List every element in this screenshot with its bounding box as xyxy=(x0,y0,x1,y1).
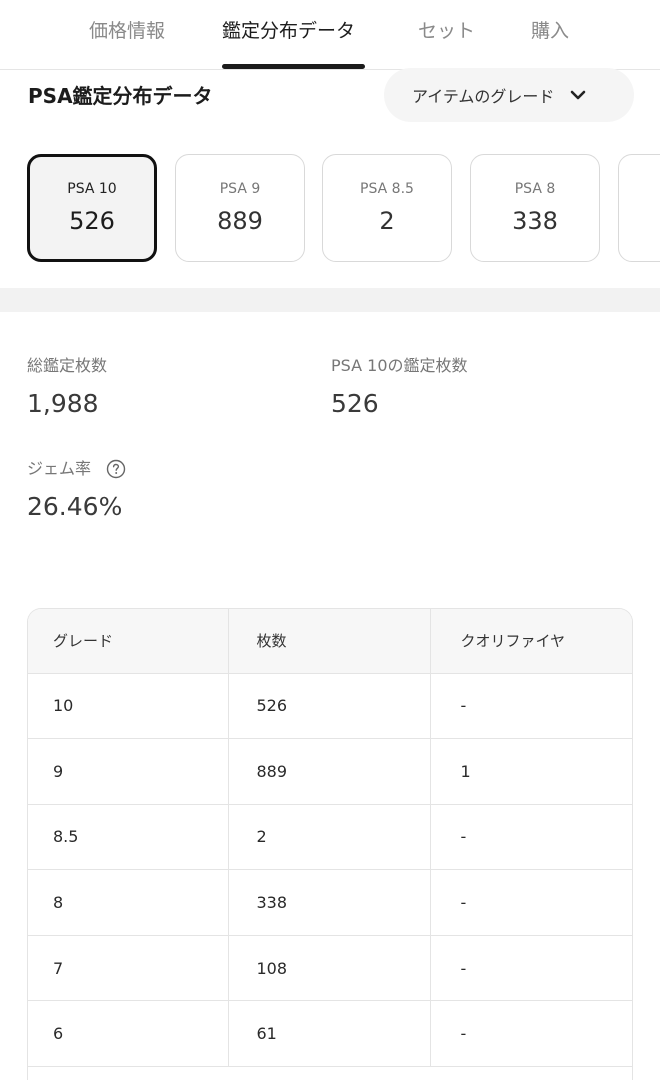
table-row: 7 108 - xyxy=(28,935,632,1002)
table-cell-qualifier: 1 xyxy=(430,738,632,805)
grade-card-count: 2 xyxy=(379,207,395,235)
table-cell-grade: 8 xyxy=(28,869,229,936)
table-row: 8 338 - xyxy=(28,869,632,936)
grade-card-psa8-5[interactable]: PSA 8.5 2 xyxy=(322,154,452,262)
table-cell-qualifier: - xyxy=(430,673,632,740)
grade-card-psa10[interactable]: PSA 10 526 xyxy=(27,154,157,262)
grade-card-label: PSA 8 xyxy=(514,181,556,197)
grade-card-psa9[interactable]: PSA 9 889 xyxy=(175,154,305,262)
tab-set[interactable]: セット xyxy=(418,14,475,48)
column-header-qualifier: クオリファイヤ xyxy=(430,609,632,674)
grade-card-list: PSA 10 526 PSA 9 889 PSA 8.5 2 PSA 8 338 xyxy=(0,150,660,266)
table-cell-qualifier: - xyxy=(430,804,632,871)
table-cell-grade: 8.5 xyxy=(28,804,229,871)
tab-price-info[interactable]: 価格情報 xyxy=(89,14,165,48)
table-cell-qualifier: - xyxy=(430,869,632,936)
table-cell-grade: 10 xyxy=(28,673,229,740)
table-cell-qualifier: - xyxy=(430,1000,632,1068)
column-header-grade: グレード xyxy=(28,609,229,674)
chevron-down-icon xyxy=(571,90,586,100)
grade-card-count: 526 xyxy=(69,207,115,235)
section-divider xyxy=(0,288,660,312)
help-icon[interactable] xyxy=(106,459,126,479)
table-row: 8.5 2 - xyxy=(28,804,632,871)
table-cell-count: 61 xyxy=(228,1000,431,1068)
table-cell-count: 2 xyxy=(228,804,431,871)
grade-card-psa8[interactable]: PSA 8 338 xyxy=(470,154,600,262)
table-cell-count: 338 xyxy=(228,869,431,936)
table-cell-count: 108 xyxy=(228,935,431,1002)
table-row: 9 889 1 xyxy=(28,738,632,805)
item-grade-dropdown-label: アイテムのグレード xyxy=(412,87,555,106)
total-graded-value: 1,988 xyxy=(27,389,99,418)
grade-card-label: PSA 8.5 xyxy=(360,181,414,197)
grade-card-partial[interactable] xyxy=(618,154,660,262)
table-cell-grade: 9 xyxy=(28,738,229,805)
table-header-row: グレード 枚数 クオリファイヤ xyxy=(28,609,632,674)
table-cell-count: 889 xyxy=(228,738,431,805)
column-header-count: 枚数 xyxy=(228,609,431,674)
psa10-graded-label: PSA 10の鑑定枚数 xyxy=(331,356,468,375)
table-cell-qualifier: - xyxy=(430,935,632,1002)
item-grade-dropdown[interactable]: アイテムのグレード xyxy=(384,68,634,122)
total-graded-label: 総鑑定枚数 xyxy=(27,356,108,375)
active-tab-indicator xyxy=(222,64,365,69)
tab-grading-distribution[interactable]: 鑑定分布データ xyxy=(222,14,355,48)
gem-rate-value: 26.46% xyxy=(27,492,123,521)
gem-rate-label: ジェム率 xyxy=(27,459,92,478)
table-cell-count: 526 xyxy=(228,673,431,740)
tab-purchase[interactable]: 購入 xyxy=(531,14,569,48)
table-row: 6 61 - xyxy=(28,1000,632,1068)
psa10-graded-value: 526 xyxy=(331,389,379,418)
table-row: 10 526 - xyxy=(28,673,632,740)
table-cell-grade: 7 xyxy=(28,935,229,1002)
table-cell-grade: 6 xyxy=(28,1000,229,1068)
tab-bar: 価格情報 鑑定分布データ セット 購入 xyxy=(0,0,660,70)
grade-card-label: PSA 9 xyxy=(219,181,261,197)
grade-card-label: PSA 10 xyxy=(67,181,117,197)
grade-distribution-table: グレード 枚数 クオリファイヤ 10 526 - 9 889 1 8.5 2 - xyxy=(27,608,633,1080)
section-title: PSA鑑定分布データ xyxy=(28,84,213,108)
grade-card-count: 889 xyxy=(217,207,263,235)
grade-card-count: 338 xyxy=(512,207,558,235)
